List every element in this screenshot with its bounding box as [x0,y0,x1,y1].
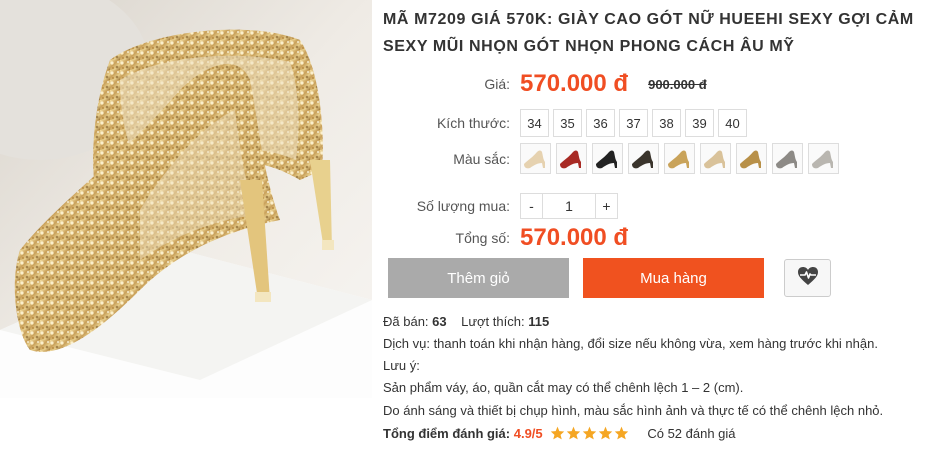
shoe-thumbnail-icon [560,150,581,168]
product-photo-illustration [0,0,372,398]
sales-stats: Đã bán: 63 Lượt thích: 115 [383,314,549,329]
heart-pulse-icon [797,266,819,291]
product-info-panel: MÃ M7209 GIÁ 570K: GIÀY CAO GÓT NỮ HUEEH… [383,0,923,441]
shoe-thumbnail-icon [704,150,725,168]
total-price: 570.000 đ [520,224,629,251]
shoe-thumbnail-icon [740,150,761,168]
color-label: Màu sắc: [453,150,510,167]
size-label: Kích thước: [436,115,510,131]
color-swatch-champagne[interactable] [520,143,551,174]
shoe-thumbnail-icon [812,150,833,168]
buy-now-button[interactable]: Mua hàng [583,258,764,298]
star-icon [598,426,613,443]
note-1: Sản phẩm váy, áo, quần cắt may có thể ch… [383,380,744,395]
rating-count: Có 52 đánh giá [647,426,736,441]
current-price: 570.000 đ [520,70,629,97]
shoe-thumbnail-icon [524,150,545,168]
size-option-38[interactable]: 38 [652,109,681,137]
star-icon [550,426,565,443]
rating-value: 4.9/5 [513,426,543,441]
product-title: MÃ M7209 GIÁ 570K: GIÀY CAO GÓT NỮ HUEEH… [383,11,914,55]
size-option-35[interactable]: 35 [553,109,582,137]
size-option-40[interactable]: 40 [718,109,747,137]
service-text: Dịch vụ: thanh toán khi nhận hàng, đổi s… [383,336,878,351]
rating-row: Tổng điểm đánh giá: 4.9/5 Có 52 đánh giá [383,426,736,443]
note-title: Lưu ý: [383,358,420,373]
size-option-37[interactable]: 37 [619,109,648,137]
size-option-39[interactable]: 39 [685,109,714,137]
favorite-button[interactable] [784,259,831,297]
quantity-label: Số lượng mua: [416,198,510,214]
color-swatch-black-gold[interactable] [628,143,659,174]
shoe-thumbnail-icon [668,150,689,168]
color-swatch-red[interactable] [556,143,587,174]
likes-label: Lượt thích: [461,314,525,329]
old-price: 900.000 đ [648,76,707,92]
color-swatch-gold[interactable] [664,143,695,174]
rating-stars [550,426,629,443]
price-row: Giá: 570.000 đ 900.000 đ [383,70,707,98]
quantity-row: Số lượng mua: - + [383,193,618,219]
color-swatch-black[interactable] [592,143,623,174]
color-swatch-light-gold[interactable] [700,143,731,174]
color-swatch-silver-gray[interactable] [772,143,803,174]
product-image[interactable] [0,0,372,398]
size-option-34[interactable]: 34 [520,109,549,137]
color-row: Màu sắc: [383,143,839,174]
rating-label: Tổng điểm đánh giá: [383,426,511,441]
quantity-input[interactable] [543,193,595,219]
total-label: Tổng số: [455,230,510,246]
sold-count: 63 [432,314,447,329]
color-options [520,143,839,174]
shoe-thumbnail-icon [596,150,617,168]
size-row: Kích thước: 34 35 36 37 38 39 40 [383,109,747,137]
star-icon [582,426,597,443]
quantity-decrease-button[interactable]: - [520,193,543,219]
shoe-thumbnail-icon [776,150,797,168]
add-to-cart-button[interactable]: Thêm giỏ [388,258,569,298]
star-icon [566,426,581,443]
note-2: Do ánh sáng và thiết bị chụp hình, màu s… [383,403,884,418]
likes-count: 115 [528,314,550,329]
quantity-increase-button[interactable]: + [595,193,618,219]
price-label: Giá: [484,76,510,92]
star-icon [614,426,629,443]
quantity-stepper: - + [520,193,618,219]
color-swatch-silver[interactable] [808,143,839,174]
size-option-36[interactable]: 36 [586,109,615,137]
size-options: 34 35 36 37 38 39 40 [520,109,747,137]
color-swatch-gold-2[interactable] [736,143,767,174]
total-row: Tổng số: 570.000 đ [383,224,629,252]
sold-label: Đã bán: [383,314,429,329]
shoe-thumbnail-icon [632,150,653,168]
